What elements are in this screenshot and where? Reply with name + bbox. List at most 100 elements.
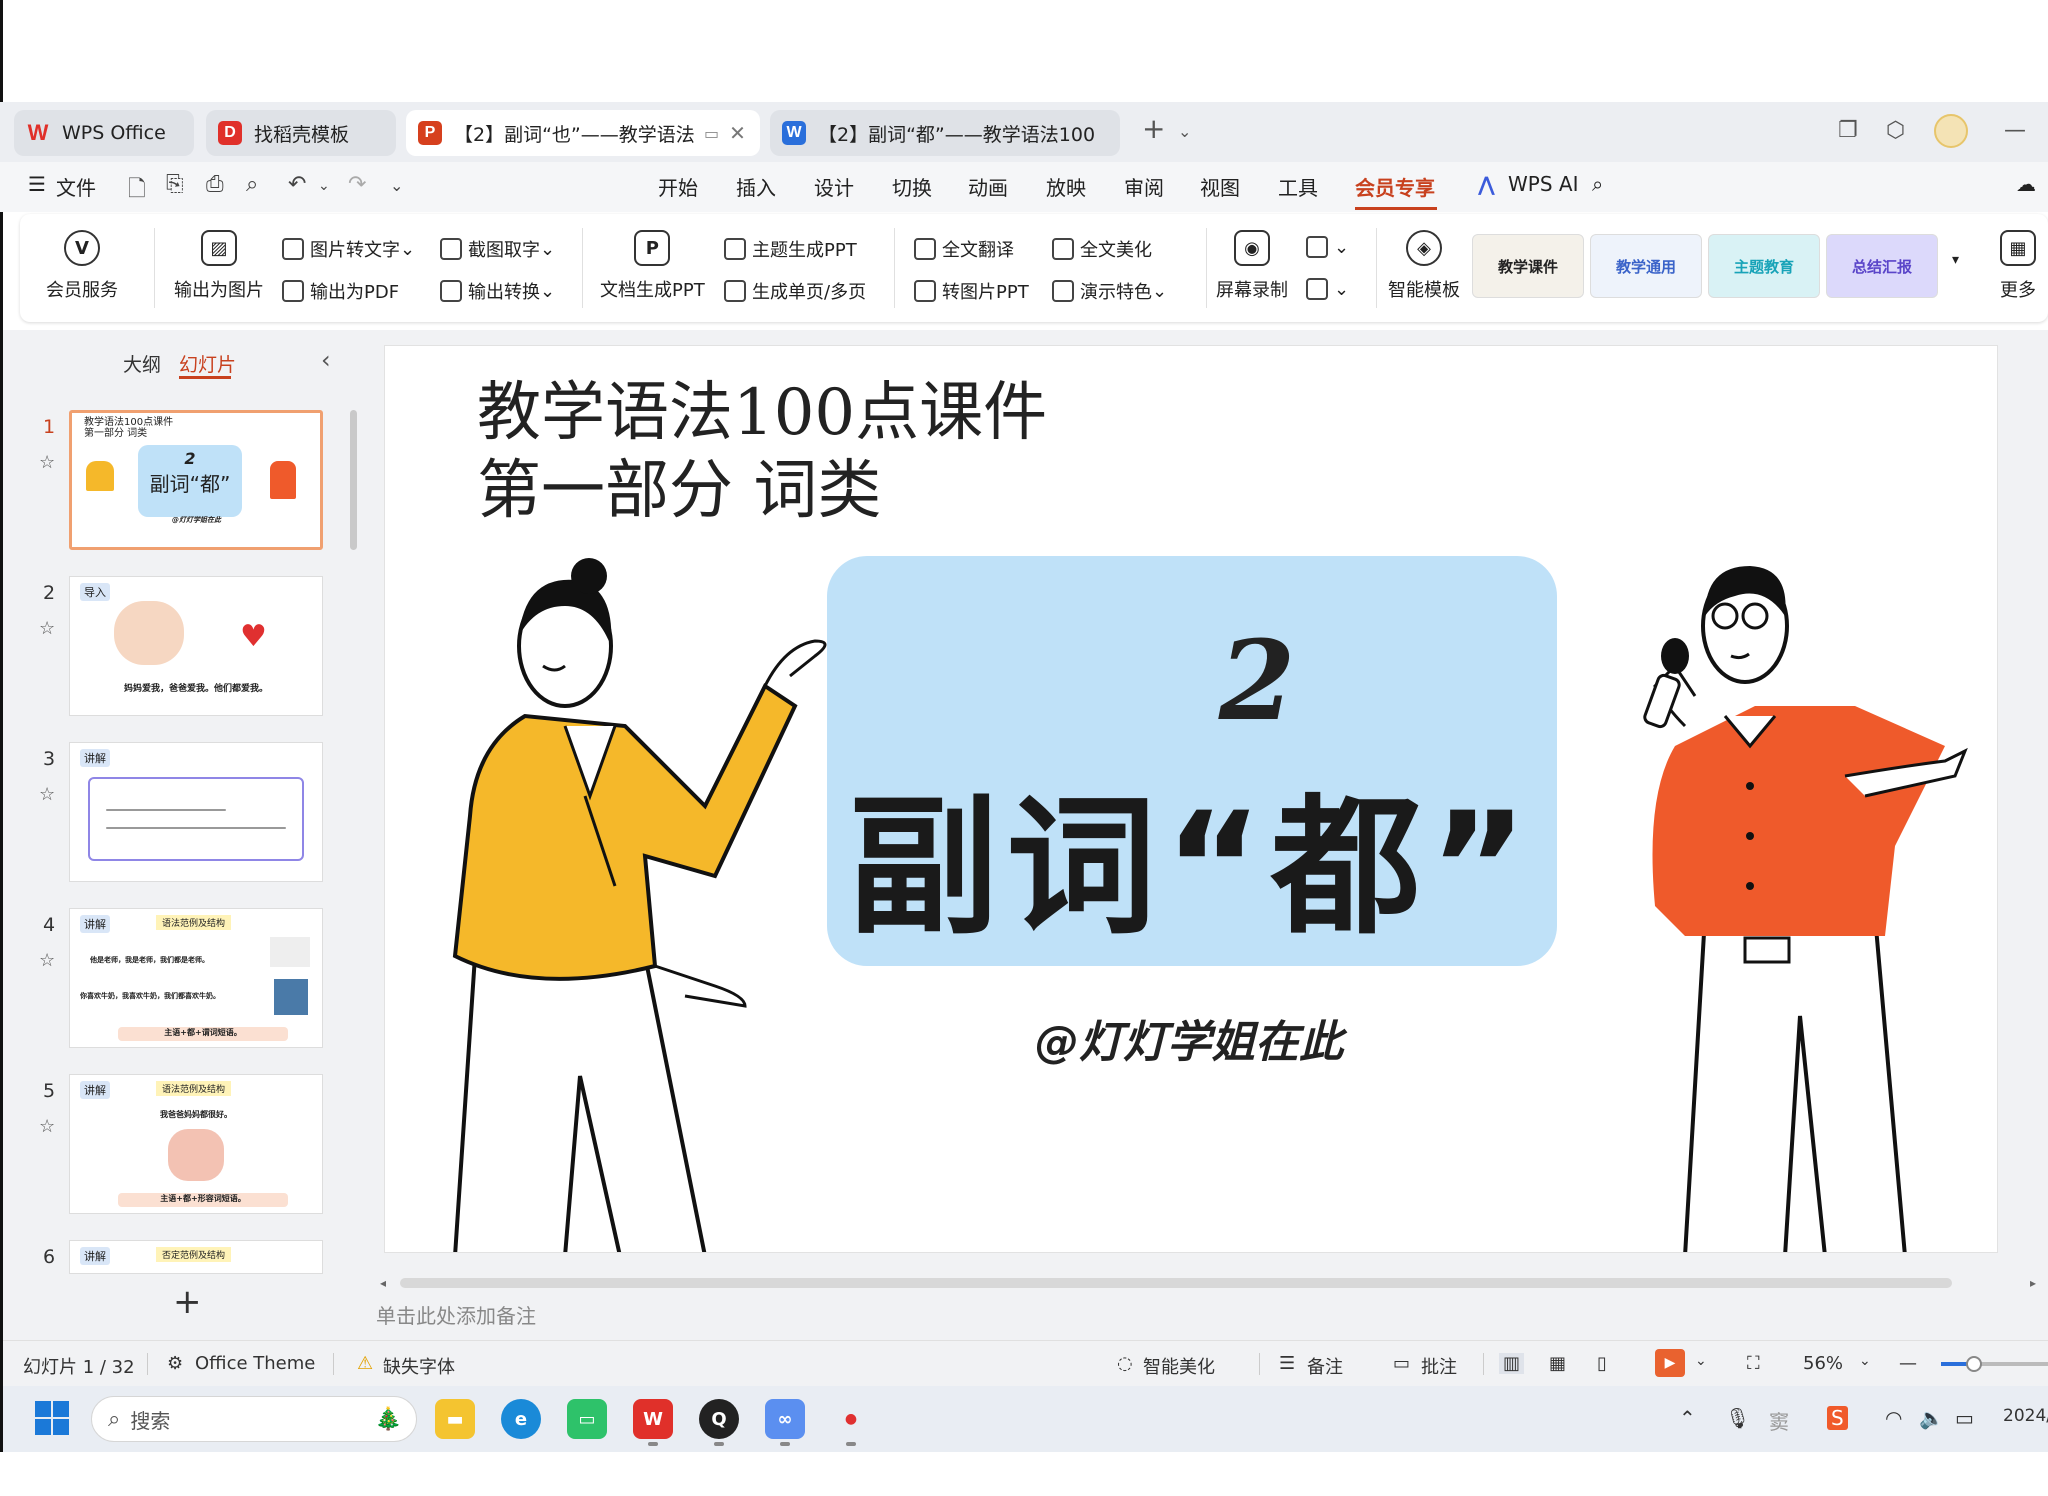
- star-icon[interactable]: ☆: [39, 950, 55, 971]
- cloud-upload-icon[interactable]: ☁: [2016, 172, 2036, 196]
- zoom-slider-knob[interactable]: [1966, 1356, 1982, 1372]
- theme-ppt-button[interactable]: 主题生成PPT: [724, 236, 857, 262]
- tab-template-store[interactable]: D 找稻壳模板: [206, 110, 396, 156]
- tab-doc-ye[interactable]: P 【2】副词“也”——教学语法 ▭ ✕: [406, 110, 760, 156]
- copy-dropdown-button[interactable]: ⌄: [1306, 278, 1349, 300]
- scroll-left-icon[interactable]: ◂: [380, 1276, 386, 1290]
- recorder-icon[interactable]: ●: [831, 1399, 871, 1439]
- template-thumb-general[interactable]: 教学通用: [1590, 234, 1702, 298]
- window-layout-icon[interactable]: ❐: [1838, 118, 1858, 143]
- current-slide[interactable]: 教学语法100点课件 第一部分 词类 2 副词“都” @灯灯学姐在此: [384, 345, 1998, 1253]
- single-multi-page-button[interactable]: 生成单页/多页: [724, 278, 866, 304]
- presentation-feature-button[interactable]: 演示特色 ⌄: [1052, 278, 1167, 304]
- menu-transition[interactable]: 切换: [892, 172, 932, 201]
- star-icon[interactable]: ☆: [39, 452, 55, 473]
- menu-wps-ai[interactable]: WPS AI: [1508, 172, 1578, 196]
- sorter-view-icon[interactable]: ▦: [1549, 1353, 1566, 1374]
- slide-thumb-2[interactable]: 导入 ♥ 妈妈爱我，爸爸爱我。他们都爱我。: [69, 576, 323, 716]
- notes-placeholder[interactable]: 单击此处添加备注: [376, 1300, 536, 1329]
- play-slideshow-button[interactable]: ▶: [1655, 1349, 1685, 1377]
- doc-to-ppt-button[interactable]: P 文档生成PPT: [600, 230, 705, 302]
- template-thumb-theme-edu[interactable]: 主题教育: [1708, 234, 1820, 298]
- image-ppt-button[interactable]: 转图片PPT: [914, 278, 1029, 304]
- full-beautify-button[interactable]: 全文美化: [1052, 236, 1152, 262]
- chevron-left-icon[interactable]: ‹: [321, 346, 331, 374]
- new-tab-icon[interactable]: +: [1142, 112, 1165, 145]
- close-icon[interactable]: ✕: [729, 121, 746, 145]
- star-icon[interactable]: ☆: [39, 784, 55, 805]
- clock[interactable]: 2024/: [2003, 1406, 2048, 1426]
- user-avatar[interactable]: [1934, 114, 1968, 148]
- undo-icon[interactable]: ↶: [288, 172, 306, 197]
- zoom-slider[interactable]: [1941, 1356, 2048, 1372]
- chevron-down-icon[interactable]: ⌄: [390, 176, 403, 195]
- export-convert-button[interactable]: 输出转换 ⌄: [440, 278, 555, 304]
- sogou-icon[interactable]: S: [1827, 1406, 1848, 1430]
- edge-browser-icon[interactable]: e: [501, 1399, 541, 1439]
- chevron-up-icon[interactable]: ⌃: [1679, 1406, 1696, 1430]
- hamburger-icon[interactable]: ☰: [28, 172, 46, 196]
- menu-design[interactable]: 设计: [814, 172, 854, 201]
- print-icon[interactable]: ⎙: [206, 172, 224, 197]
- notes-button[interactable]: 备注: [1307, 1353, 1343, 1379]
- chevron-down-icon[interactable]: ⌄: [1178, 122, 1191, 141]
- tab-slides[interactable]: 幻灯片: [179, 350, 236, 377]
- slide-heading-box[interactable]: 2 副词“都”: [827, 556, 1557, 966]
- slide-author[interactable]: @灯灯学姐在此: [1035, 1006, 1343, 1070]
- wechat-work-icon[interactable]: ▭: [567, 1399, 607, 1439]
- menu-home[interactable]: 开始: [658, 172, 698, 201]
- redo-icon[interactable]: ↷: [348, 172, 366, 197]
- cube-icon[interactable]: ⬡: [1886, 118, 1905, 143]
- menu-animation[interactable]: 动画: [968, 172, 1008, 201]
- full-translate-button[interactable]: 全文翻译: [914, 236, 1014, 262]
- chevron-down-icon[interactable]: ⌄: [1695, 1353, 1707, 1369]
- theme-name[interactable]: Office Theme: [195, 1353, 315, 1374]
- slide-title[interactable]: 教学语法100点课件 第一部分 词类: [477, 374, 1047, 530]
- missing-font-button[interactable]: 缺失字体: [383, 1353, 455, 1379]
- wifi-icon[interactable]: ◠: [1885, 1406, 1902, 1430]
- menu-tools[interactable]: 工具: [1278, 172, 1318, 201]
- baidu-netdisk-icon[interactable]: ∞: [765, 1399, 805, 1439]
- template-thumb-teaching[interactable]: 教学课件: [1472, 234, 1584, 298]
- more-button[interactable]: ▦ 更多: [2000, 230, 2036, 302]
- minimize-icon[interactable]: —: [2004, 118, 2026, 143]
- panel-scrollbar[interactable]: [350, 410, 357, 550]
- woman-presenter-illustration[interactable]: [415, 556, 845, 1253]
- smart-template-button[interactable]: ◈ 智能模板: [1388, 230, 1460, 302]
- monitor-icon[interactable]: ▭: [704, 124, 719, 143]
- horizontal-scrollbar[interactable]: [400, 1278, 1952, 1288]
- volume-icon[interactable]: 🔈: [1919, 1406, 1944, 1430]
- print-preview-icon[interactable]: ⌕: [246, 172, 258, 197]
- menu-file[interactable]: 文件: [56, 172, 96, 201]
- export-image-button[interactable]: ▨ 输出为图片: [174, 230, 264, 302]
- zoom-level[interactable]: 56%: [1803, 1353, 1843, 1374]
- slide-thumb-4[interactable]: 讲解 语法范例及结构 他是老师，我是老师，我们都是老师。 你喜欢牛奶，我喜欢牛奶…: [69, 908, 323, 1048]
- qq-icon[interactable]: Q: [699, 1399, 739, 1439]
- comments-button[interactable]: 批注: [1421, 1353, 1457, 1379]
- menu-view[interactable]: 视图: [1200, 172, 1240, 201]
- star-icon[interactable]: ☆: [39, 1116, 55, 1137]
- fit-window-icon[interactable]: ⛶: [1747, 1353, 1760, 1374]
- taskbar-search[interactable]: ⌕ 搜索 🎄: [91, 1396, 417, 1442]
- zoom-out-icon[interactable]: —: [1899, 1353, 1917, 1374]
- normal-view-icon[interactable]: ▥: [1499, 1353, 1525, 1374]
- scroll-right-icon[interactable]: ▸: [2030, 1276, 2036, 1290]
- chevron-down-icon[interactable]: ⌄: [318, 178, 330, 194]
- screen-record-button[interactable]: ◉ 屏幕录制: [1216, 230, 1288, 302]
- template-expand-icon[interactable]: ▾: [1952, 252, 1959, 268]
- slide-thumb-6[interactable]: 讲解 否定范例及结构: [69, 1240, 323, 1274]
- tab-wps-office[interactable]: W WPS Office: [14, 110, 194, 156]
- tab-outline[interactable]: 大纲: [123, 350, 161, 377]
- menu-review[interactable]: 审阅: [1124, 172, 1164, 201]
- chevron-down-icon[interactable]: ⌄: [1859, 1353, 1871, 1369]
- battery-icon[interactable]: ▭: [1955, 1406, 1974, 1430]
- search-icon[interactable]: ⌕: [1592, 172, 1603, 196]
- file-explorer-icon[interactable]: ▬: [435, 1399, 475, 1439]
- tab-doc-dou[interactable]: W 【2】副词“都”——教学语法100: [770, 110, 1120, 156]
- menu-slideshow[interactable]: 放映: [1046, 172, 1086, 201]
- template-thumb-summary[interactable]: 总结汇报: [1826, 234, 1938, 298]
- microphone-icon[interactable]: 🎙: [1725, 1406, 1750, 1430]
- member-service-button[interactable]: V 会员服务: [46, 230, 118, 302]
- windows-start-icon[interactable]: [35, 1401, 69, 1435]
- image-to-text-button[interactable]: 图片转文字 ⌄: [282, 236, 415, 262]
